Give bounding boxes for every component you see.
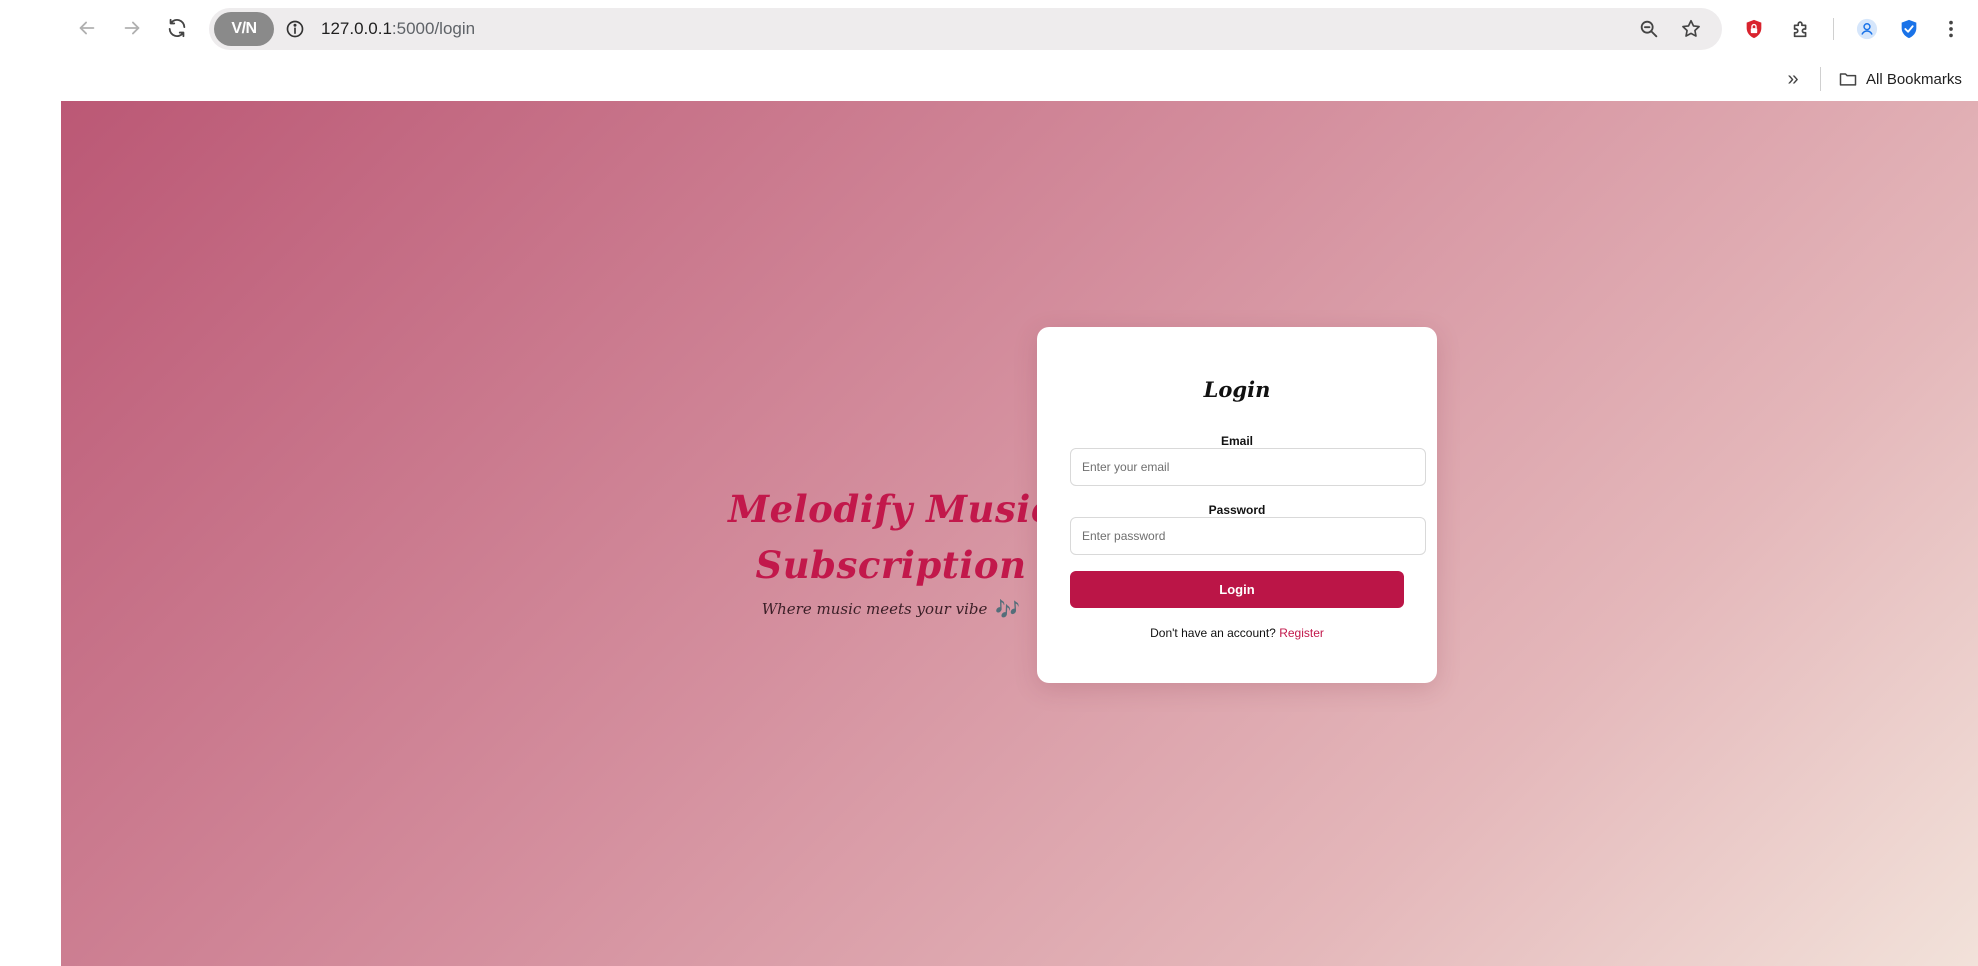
url-host: 127.0.0.1 xyxy=(321,19,392,38)
address-bar[interactable]: V/N 127.0.0.1:5000/login xyxy=(209,8,1722,50)
register-link[interactable]: Register xyxy=(1279,626,1324,640)
browser-toolbar: V/N 127.0.0.1:5000/login xyxy=(0,0,1978,58)
password-input[interactable] xyxy=(1070,517,1426,555)
zoom-button[interactable] xyxy=(1634,14,1664,44)
bookmarks-bar: » All Bookmarks xyxy=(0,58,1978,100)
toolbar-separator xyxy=(1833,18,1834,40)
login-button[interactable]: Login xyxy=(1070,571,1404,608)
puzzle-icon xyxy=(1793,21,1807,38)
register-prompt-text: Don't have an account? xyxy=(1150,626,1276,640)
extensions-button[interactable] xyxy=(1784,12,1818,46)
all-bookmarks-label: All Bookmarks xyxy=(1866,70,1962,88)
shield-check-icon xyxy=(1901,19,1917,39)
profile-button[interactable] xyxy=(1850,12,1884,46)
zoom-icon xyxy=(1640,20,1658,38)
browser-menu-button[interactable] xyxy=(1934,12,1968,46)
kebab-menu-icon xyxy=(1949,20,1953,38)
shield-extension-button[interactable] xyxy=(1892,12,1926,46)
lock-extension-button[interactable] xyxy=(1737,12,1771,46)
back-button[interactable] xyxy=(70,11,104,45)
arrow-left-icon xyxy=(79,21,95,35)
login-title: Login xyxy=(1203,377,1271,402)
url-text[interactable]: 127.0.0.1:5000/login xyxy=(321,19,475,39)
vpn-button[interactable]: V/N xyxy=(214,12,274,46)
password-label: Password xyxy=(1208,503,1266,517)
bookmark-star-button[interactable] xyxy=(1676,14,1706,44)
folder-icon xyxy=(1839,73,1857,86)
email-label: Email xyxy=(1220,434,1253,448)
bookmarks-overflow-button[interactable]: » xyxy=(1778,64,1808,94)
register-prompt: Don't have an account? Register xyxy=(1037,626,1437,640)
reload-button[interactable] xyxy=(160,11,194,45)
lock-extension-icon xyxy=(1746,19,1762,39)
star-icon xyxy=(1682,19,1700,37)
info-icon xyxy=(286,20,304,38)
tagline-text: Where music meets your vibe xyxy=(761,600,988,618)
bookmarks-separator xyxy=(1820,67,1821,91)
url-path: :5000/login xyxy=(391,19,476,38)
all-bookmarks-button[interactable]: All Bookmarks xyxy=(1838,64,1962,94)
site-info-button[interactable] xyxy=(281,15,309,43)
forward-button[interactable] xyxy=(115,11,149,45)
reload-icon xyxy=(168,18,186,38)
profile-icon xyxy=(1856,18,1878,40)
page-viewport: Melodify Music Subscription Where music … xyxy=(61,101,1978,966)
email-input[interactable] xyxy=(1070,448,1426,486)
music-notes-icon: 🎶 xyxy=(995,597,1021,621)
login-card: Login Email Password Login Don't have an… xyxy=(1037,327,1437,683)
arrow-right-icon xyxy=(124,21,140,35)
